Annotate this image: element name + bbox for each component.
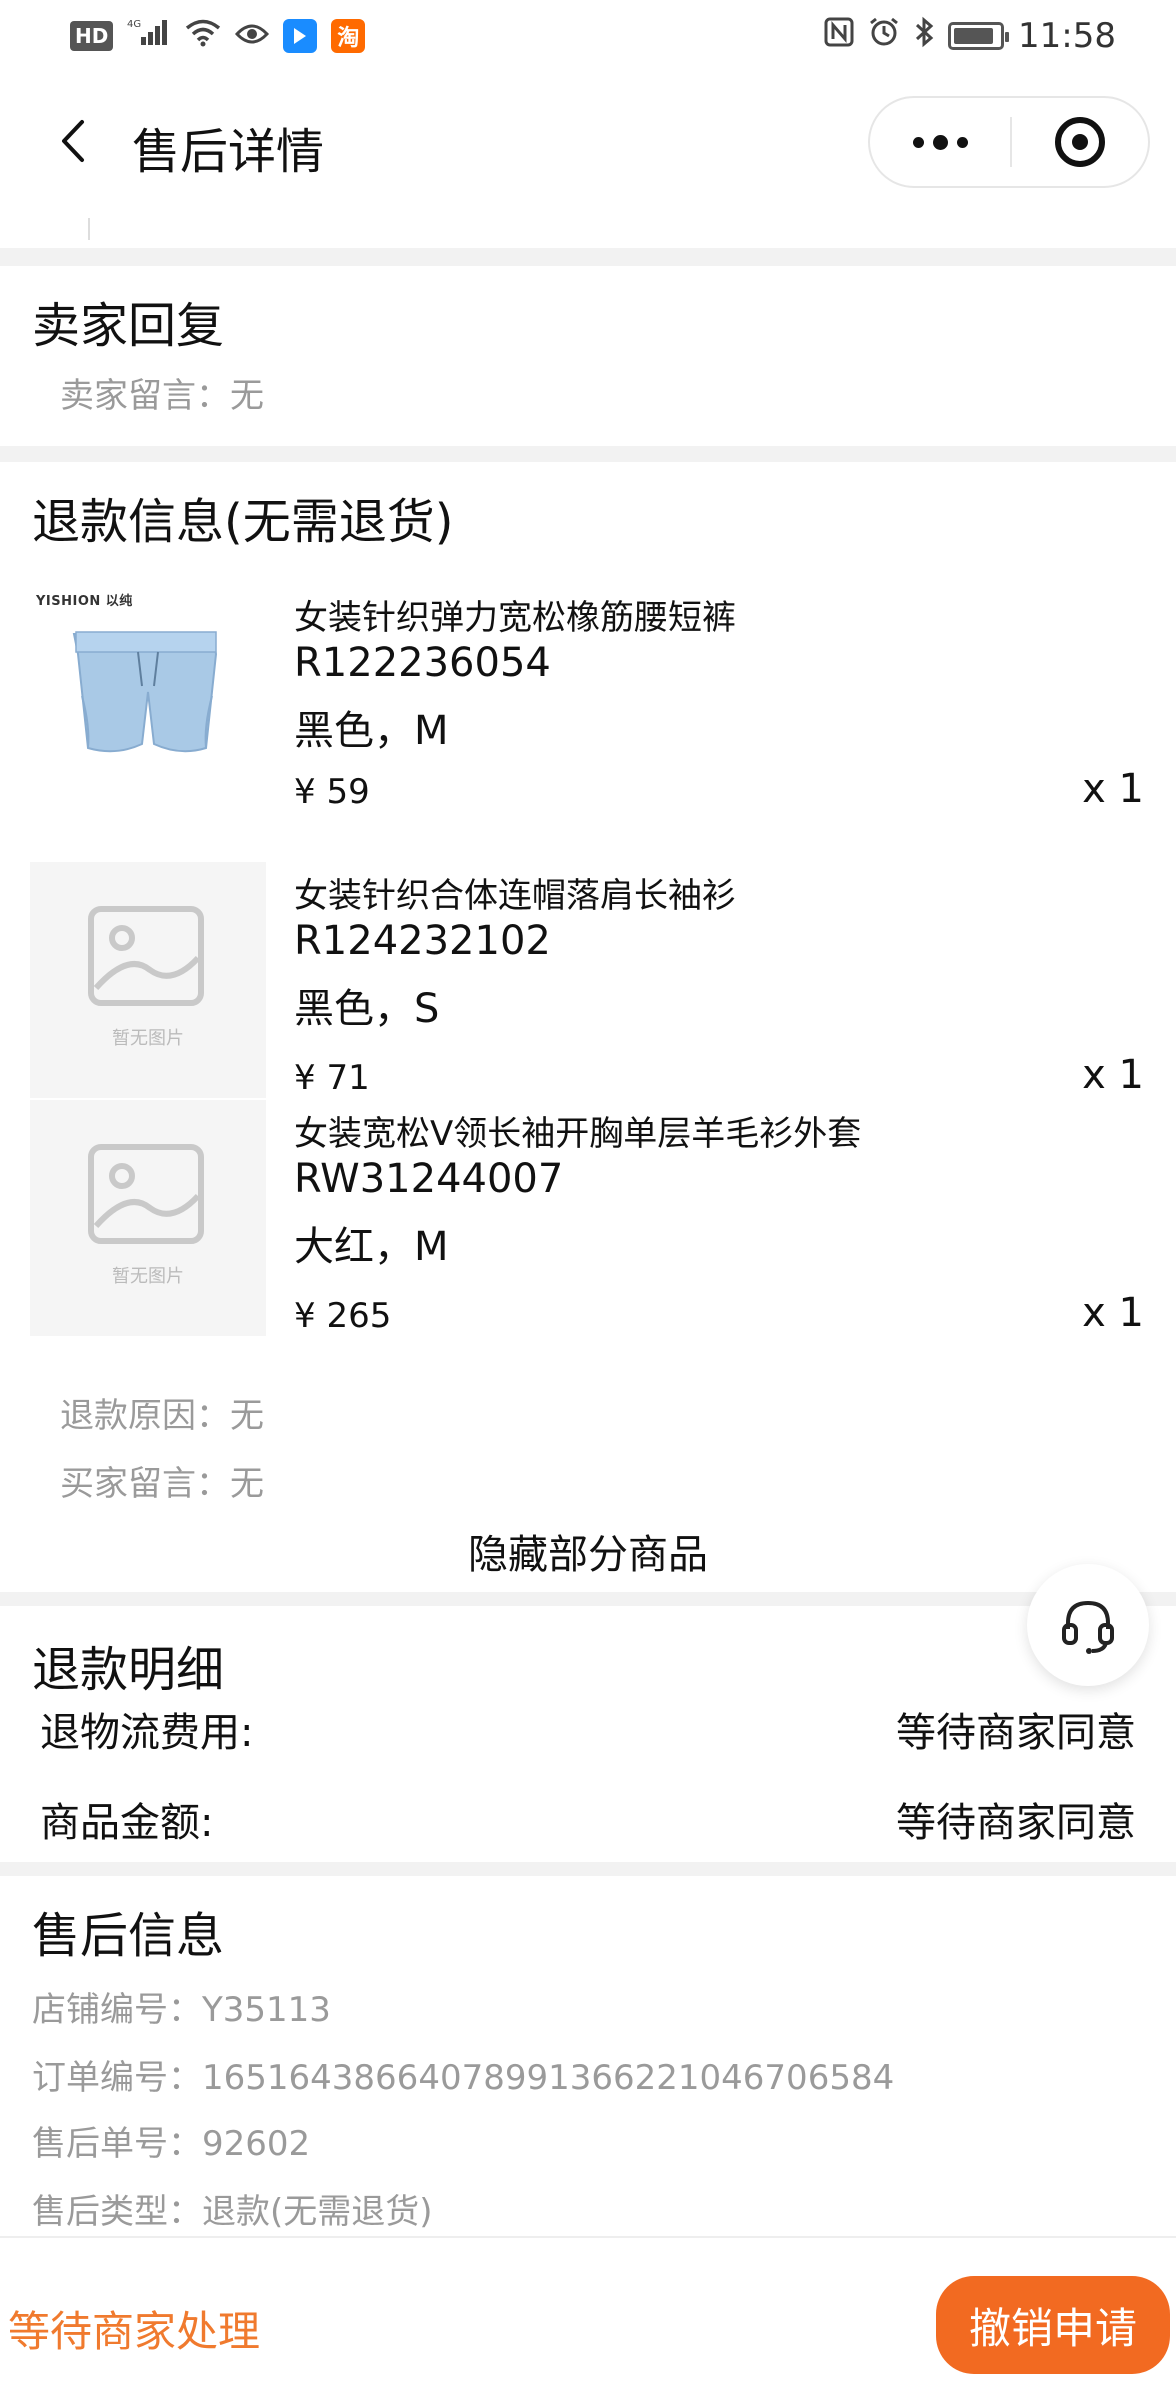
detail-label: 商品金额:: [40, 1800, 214, 1846]
refund-detail-title: 退款明细: [32, 1642, 225, 1698]
aftersale-status: 等待商家处理: [8, 2307, 261, 2356]
status-bar-left: HD 4G 淘: [70, 17, 366, 55]
svg-text:4G: 4G: [127, 19, 141, 30]
more-dot-icon: [956, 136, 968, 148]
seller-reply-title: 卖家回复: [32, 298, 225, 354]
product-price: ¥ 265: [294, 1296, 392, 1336]
product-code: R124232102: [294, 918, 551, 964]
detail-value: 等待商家同意: [896, 1800, 1136, 1846]
clock-time: 11:58: [1018, 16, 1116, 56]
buyer-message: 买家留言：无: [60, 1464, 264, 1504]
refund-reason: 退款原因：无: [60, 1396, 264, 1436]
product-spec: 大红，M: [294, 1224, 449, 1270]
miniprogram-capsule: [868, 96, 1150, 188]
product-quantity: x 1: [1082, 1290, 1144, 1336]
image-placeholder-icon: [88, 1144, 204, 1244]
back-arrow-icon[interactable]: [50, 116, 100, 166]
refund-detail-section: 退款明细 退物流费用: 等待商家同意 商品金额: 等待商家同意: [0, 1606, 1176, 1862]
hide-products-toggle[interactable]: 隐藏部分商品: [0, 1522, 1176, 1580]
more-options-button[interactable]: [870, 98, 1010, 186]
product-name: 女装针织弹力宽松橡筋腰短裤: [294, 598, 736, 638]
more-dot-icon: [932, 134, 948, 150]
product-image: YISHION 以纯: [30, 576, 266, 812]
product-name: 女装宽松V领长袖开胸单层羊毛衫外套: [294, 1114, 862, 1154]
product-quantity: x 1: [1082, 766, 1144, 812]
shorts-image-icon: [72, 631, 218, 753]
taobao-app-icon: 淘: [331, 19, 366, 53]
product-item[interactable]: 暂无图片 女装针织合体连帽落肩长袖衫 R124232102 黑色，S ¥ 71 …: [0, 862, 1176, 1122]
no-image-text: 暂无图片: [112, 1028, 184, 1049]
product-code: RW31244007: [294, 1156, 564, 1202]
product-price: ¥ 71: [294, 1058, 370, 1098]
product-image-placeholder: 暂无图片: [30, 1100, 266, 1336]
product-price: ¥ 59: [294, 772, 370, 812]
order-number: 订单编号：1651643866407899136622104670658​4: [32, 2058, 895, 2098]
bottom-action-bar: 等待商家处理 撤销申请: [0, 2236, 1176, 2400]
seller-reply-section: 卖家回复 卖家留言：无: [0, 266, 1176, 446]
refund-info-title: 退款信息(无需退货): [32, 494, 454, 550]
product-quantity: x 1: [1082, 1052, 1144, 1098]
wifi-icon: [185, 17, 221, 55]
navigation-bar: 售后详情: [0, 72, 1176, 208]
alarm-icon: [868, 16, 900, 56]
product-spec: 黑色，M: [294, 708, 449, 754]
product-item[interactable]: YISHION 以纯 女装针织弹力宽松橡筋腰短裤 R122236054 黑色，M…: [0, 576, 1176, 836]
bluetooth-icon: [914, 16, 934, 56]
product-item[interactable]: 暂无图片 女装宽松V领长袖开胸单层羊毛衫外套 RW31244007 大红，M ¥…: [0, 1100, 1176, 1360]
cancel-application-button[interactable]: 撤销申请: [936, 2276, 1170, 2374]
product-image-placeholder: 暂无图片: [30, 862, 266, 1098]
no-image-text: 暂无图片: [112, 1266, 184, 1287]
target-close-icon: [1055, 117, 1105, 167]
refund-detail-row: 退物流费用: 等待商家同意: [40, 1700, 1136, 1758]
cellular-signal-icon: 4G: [127, 17, 171, 55]
status-bar-right: 11:58: [824, 16, 1116, 56]
brand-logo: YISHION 以纯: [36, 594, 133, 609]
timeline-line: [88, 218, 90, 240]
refund-info-section: 退款信息(无需退货) YISHION 以纯 女装针织弹力宽松橡筋腰短裤 R122…: [0, 462, 1176, 1592]
app-notification-icon: [283, 19, 318, 53]
nfc-icon: [824, 17, 854, 55]
product-name: 女装针织合体连帽落肩长袖衫: [294, 876, 736, 916]
top-strip: [0, 208, 1176, 248]
refund-detail-row: 商品金额: 等待商家同意: [40, 1790, 1136, 1848]
aftersale-info-title: 售后信息: [32, 1908, 225, 1964]
image-placeholder-icon: [88, 906, 204, 1006]
detail-label: 退物流费用:: [40, 1710, 254, 1756]
detail-value: 等待商家同意: [896, 1710, 1136, 1756]
page-title: 售后详情: [132, 124, 325, 180]
aftersale-info-section: 售后信息 店铺编号：Y35113 订单编号：165164386640789913…: [0, 1876, 1176, 2236]
aftersale-type: 售后类型：退款(无需退货): [32, 2192, 433, 2232]
shop-number: 店铺编号：Y35113: [32, 1990, 331, 2030]
headset-icon: [1062, 1600, 1114, 1654]
eye-icon: [235, 19, 270, 54]
hd-badge: HD: [70, 21, 114, 51]
aftersale-number: 售后单号：92602: [32, 2124, 311, 2164]
close-miniprogram-button[interactable]: [1012, 98, 1148, 186]
product-spec: 黑色，S: [294, 986, 440, 1032]
more-dot-icon: [912, 136, 924, 148]
seller-message: 卖家留言：无: [60, 376, 264, 416]
customer-service-button[interactable]: [1027, 1564, 1149, 1686]
product-code: R122236054: [294, 640, 551, 686]
battery-icon: [948, 22, 1010, 50]
status-bar: HD 4G 淘 11:58: [0, 0, 1176, 72]
